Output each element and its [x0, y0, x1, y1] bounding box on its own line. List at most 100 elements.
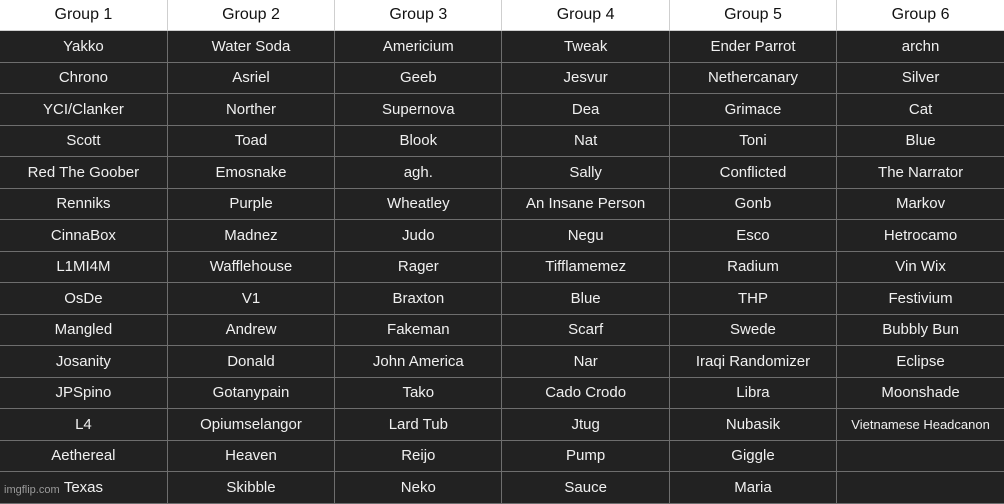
column-header-group-4: Group 4: [501, 0, 670, 31]
table-cell: Water Soda: [166, 30, 336, 63]
table-cell: Geeb: [334, 61, 503, 94]
table-cell: Renniks: [0, 187, 168, 220]
table-row: L1MI4M Wafflehouse Rager Tifflamemez Radium V…: [0, 250, 1004, 283]
table-cell: Esco: [668, 219, 838, 252]
table-cell: Scott: [0, 124, 168, 157]
table-cell: Tifflamemez: [501, 250, 670, 283]
table-cell: Scarf: [501, 313, 670, 346]
table-row: JPSpino Gotanypain Tako Cado Crodo Libra Moon…: [0, 376, 1004, 409]
table-cell: Rager: [334, 250, 503, 283]
table-cell: John America: [334, 345, 503, 378]
table-cell: Yakko: [0, 30, 168, 63]
table-cell: Reijo: [334, 439, 503, 472]
table-row: Texas Skibble Neko Sauce Maria: [0, 471, 1004, 504]
table-cell: Bubbly Bun: [836, 313, 1004, 346]
header-row: Group 1 Group 2 Group 3 Group 4 Group 5 Group…: [0, 0, 1004, 31]
table-cell: Blue: [501, 282, 670, 315]
table-row: Red The Goober Emosnake agh. Sally Conflicte…: [0, 156, 1004, 189]
column-header-group-2: Group 2: [166, 0, 336, 31]
table-cell: Maria: [668, 471, 838, 504]
table-cell: Giggle: [668, 439, 838, 472]
table-cell: Nat: [501, 124, 670, 157]
table-cell: Festivium: [836, 282, 1004, 315]
column-header-group-5: Group 5: [668, 0, 838, 31]
table-cell: archn: [836, 30, 1004, 63]
column-header-group-6: Group 6: [836, 0, 1004, 31]
table-cell: Americium: [334, 30, 503, 63]
table-cell: Iraqi Randomizer: [668, 345, 838, 378]
table-row: Yakko Water Soda Americium Tweak Ender Parro…: [0, 30, 1004, 63]
table-cell: Vietnamese Headcanon: [836, 408, 1004, 441]
table-cell: Tako: [334, 376, 503, 409]
table-cell: OsDe: [0, 282, 168, 315]
table-cell: Heaven: [166, 439, 336, 472]
table-cell: Jtug: [501, 408, 670, 441]
table-cell: Emosnake: [166, 156, 336, 189]
table-cell: [836, 471, 1004, 504]
table-cell: CinnaBox: [0, 219, 168, 252]
table-cell: Blook: [334, 124, 503, 157]
table-cell: Gonb: [668, 187, 838, 220]
table-body: Yakko Water Soda Americium Tweak Ender Parro…: [0, 30, 1004, 504]
table-cell: V1: [166, 282, 336, 315]
table-cell: Cado Crodo: [501, 376, 670, 409]
table-cell: Vin Wix: [836, 250, 1004, 283]
table-cell: Braxton: [334, 282, 503, 315]
table-cell: Libra: [668, 376, 838, 409]
table-cell: Fakeman: [334, 313, 503, 346]
table-cell: Chrono: [0, 61, 168, 94]
table-cell: THP: [668, 282, 838, 315]
table-cell: Mangled: [0, 313, 168, 346]
table-cell: Donald: [166, 345, 336, 378]
table-cell: Sally: [501, 156, 670, 189]
column-header-group-3: Group 3: [334, 0, 503, 31]
table-cell: Judo: [334, 219, 503, 252]
table-cell: Josanity: [0, 345, 168, 378]
table-cell: Nar: [501, 345, 670, 378]
table-cell: [836, 439, 1004, 472]
table-cell: Hetrocamo: [836, 219, 1004, 252]
table-cell: Andrew: [166, 313, 336, 346]
table-cell: Silver: [836, 61, 1004, 94]
table-cell: Red The Goober: [0, 156, 168, 189]
table-cell: Jesvur: [501, 61, 670, 94]
table-cell: Nubasik: [668, 408, 838, 441]
table-row: CinnaBox Madnez Judo Negu Esco Hetrocamo: [0, 219, 1004, 252]
table-cell: Aethereal: [0, 439, 168, 472]
table-row: OsDe V1 Braxton Blue THP Festivium: [0, 282, 1004, 315]
table-row: L4 Opiumselangor Lard Tub Jtug Nubasik Vietna…: [0, 408, 1004, 441]
table-row: Mangled Andrew Fakeman Scarf Swede Bubbly Bun: [0, 313, 1004, 346]
table-cell: Sauce: [501, 471, 670, 504]
table-cell: Swede: [668, 313, 838, 346]
table-row: Chrono Asriel Geeb Jesvur Nethercanary Silver: [0, 61, 1004, 94]
table-cell: L1MI4M: [0, 250, 168, 283]
table-cell: An Insane Person: [501, 187, 670, 220]
table-cell: L4: [0, 408, 168, 441]
table-cell: Purple: [166, 187, 336, 220]
table-cell: agh.: [334, 156, 503, 189]
table-cell: Toni: [668, 124, 838, 157]
table-cell: Lard Tub: [334, 408, 503, 441]
table-cell: Grimace: [668, 93, 838, 126]
table-cell: Neko: [334, 471, 503, 504]
table-cell: Opiumselangor: [166, 408, 336, 441]
table-row: Scott Toad Blook Nat Toni Blue: [0, 124, 1004, 157]
table-cell: YCI/Clanker: [0, 93, 168, 126]
table-row: Renniks Purple Wheatley An Insane Person Gon…: [0, 187, 1004, 220]
table-cell: Markov: [836, 187, 1004, 220]
table-cell: Norther: [166, 93, 336, 126]
table-cell: Nethercanary: [668, 61, 838, 94]
table-cell: Wheatley: [334, 187, 503, 220]
table-cell: Ender Parrot: [668, 30, 838, 63]
table-cell: Blue: [836, 124, 1004, 157]
table-cell: Asriel: [166, 61, 336, 94]
table-cell: Skibble: [166, 471, 336, 504]
table-row: Aethereal Heaven Reijo Pump Giggle: [0, 439, 1004, 472]
watermark: imgflip.com: [4, 484, 60, 496]
table-cell: Eclipse: [836, 345, 1004, 378]
table-cell: Gotanypain: [166, 376, 336, 409]
table-cell: Moonshade: [836, 376, 1004, 409]
table-cell: Conflicted: [668, 156, 838, 189]
table-cell: Cat: [836, 93, 1004, 126]
table-cell: Negu: [501, 219, 670, 252]
